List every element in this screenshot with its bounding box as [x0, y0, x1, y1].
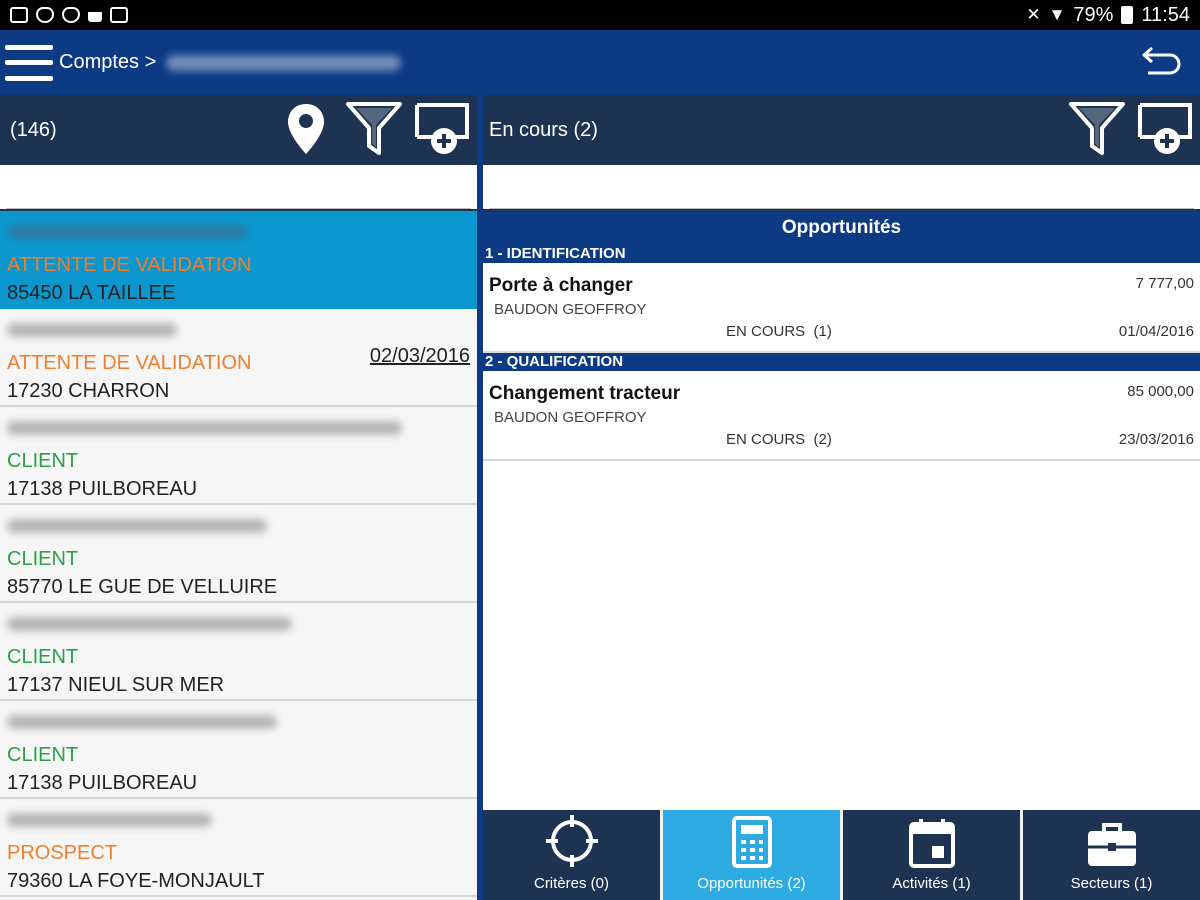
app-root: ✕ ▼ 79% 11:54 Comptes > (146) ATTENTE DE… — [0, 0, 1200, 900]
breadcrumb[interactable]: Comptes > — [59, 51, 156, 74]
briefcase-icon — [1087, 823, 1136, 866]
account-city: 85450 LA TAILLEE — [7, 282, 176, 304]
bottom-tabs: Critères (0) Opportunités (2) Activités … — [483, 810, 1200, 900]
account-city: 85770 LE GUE DE VELLUIRE — [7, 576, 278, 598]
menu-icon[interactable] — [5, 44, 53, 81]
accounts-pane: (146) ATTENTE DE VALIDATION 85450 LA TAI… — [0, 95, 477, 900]
account-row[interactable]: CLIENT 17138 PUILBOREAU — [0, 407, 477, 505]
accounts-search — [0, 165, 477, 211]
account-row[interactable]: PROSPECT 79360 LA FOYE-MONJAULT — [0, 799, 477, 897]
opportunities-count: En cours (2) — [489, 118, 598, 141]
status-bar: ✕ ▼ 79% 11:54 — [0, 0, 1200, 30]
opportunities-header: En cours (2) — [483, 95, 1200, 165]
opportunities-pane: En cours (2) Opportunités 1 - IDENTIFICA… — [483, 95, 1200, 900]
account-city: 17137 NIEUL SUR MER — [7, 674, 225, 696]
opportunity-amount: 85 000,00 — [1127, 383, 1194, 400]
account-name-blurred — [7, 421, 402, 435]
account-status: ATTENTE DE VALIDATION — [7, 254, 252, 276]
tab-activites[interactable]: Activités (1) — [843, 810, 1020, 900]
tab-label: Secteurs (1) — [1070, 875, 1153, 892]
account-city: 17138 PUILBOREAU — [7, 772, 198, 794]
add-opportunity-icon[interactable] — [1136, 99, 1194, 159]
section-title: Opportunités — [483, 211, 1200, 245]
account-name-blurred — [7, 715, 277, 729]
shield-notification-icon — [36, 7, 54, 23]
account-row[interactable]: CLIENT 85770 LE GUE DE VELLUIRE — [0, 505, 477, 603]
account-city: 17230 CHARRON — [7, 380, 170, 402]
opportunity-owner: BAUDON GEOFFROY — [494, 409, 647, 426]
opportunity-date: 23/03/2016 — [1118, 431, 1194, 448]
opportunity-owner: BAUDON GEOFFROY — [494, 301, 647, 318]
filter-icon[interactable] — [1068, 99, 1126, 159]
mute-icon: ✕ — [1026, 5, 1041, 24]
accounts-search-input[interactable] — [6, 177, 471, 209]
accounts-header: (146) — [0, 95, 477, 165]
stage-header: 1 - IDENTIFICATION — [483, 245, 1200, 263]
opportunity-row[interactable]: Porte à changer 7 777,00 BAUDON GEOFFROY… — [483, 263, 1200, 353]
photo-notification-icon — [110, 7, 128, 23]
stage-header: 2 - QUALIFICATION — [483, 353, 1200, 371]
crosshair-icon — [545, 815, 598, 867]
opportunity-date: 01/04/2016 — [1118, 323, 1194, 340]
battery-percent: 79% — [1073, 3, 1114, 26]
account-name-blurred — [7, 519, 267, 533]
account-row[interactable]: ATTENTE DE VALIDATION 17230 CHARRON 02/0… — [0, 309, 477, 407]
opportunities-search-input[interactable] — [489, 177, 1194, 209]
account-status: PROSPECT — [7, 842, 118, 864]
signal-bars-icon — [88, 8, 102, 22]
notification-icons — [10, 7, 128, 23]
opportunity-row[interactable]: Changement tracteur 85 000,00 BAUDON GEO… — [483, 371, 1200, 461]
account-row[interactable]: ATTENTE DE VALIDATION 85450 LA TAILLEE — [0, 211, 477, 309]
account-status: CLIENT — [7, 548, 79, 570]
tab-label: Opportunités (2) — [697, 875, 806, 892]
account-status: CLIENT — [7, 646, 79, 668]
account-name-blurred — [7, 813, 212, 827]
calculator-icon — [731, 816, 772, 868]
account-city: 79360 LA FOYE-MONJAULT — [7, 870, 265, 892]
account-row[interactable]: CLIENT 17137 NIEUL SUR MER — [0, 603, 477, 701]
filter-icon[interactable] — [345, 99, 403, 159]
breadcrumb-account-blurred — [166, 54, 402, 71]
calendar-icon — [908, 819, 955, 868]
tab-opportunites[interactable]: Opportunités (2) — [663, 810, 840, 900]
map-pin-icon[interactable] — [277, 99, 335, 159]
battery-icon — [1121, 6, 1134, 24]
accounts-count: (146) — [10, 118, 57, 141]
tab-label: Activités (1) — [892, 875, 971, 892]
opportunities-search — [483, 165, 1200, 211]
clock: 11:54 — [1141, 3, 1190, 26]
app-bar: Comptes > — [0, 30, 1200, 95]
opportunity-status: EN COURS (2) — [726, 431, 832, 448]
tab-criteres[interactable]: Critères (0) — [483, 810, 660, 900]
opportunity-amount: 7 777,00 — [1135, 275, 1194, 292]
account-name-blurred — [7, 225, 247, 239]
account-name-blurred — [7, 617, 292, 631]
account-name-blurred — [7, 323, 177, 337]
tab-label: Critères (0) — [533, 875, 609, 892]
back-icon[interactable] — [1140, 42, 1184, 82]
opportunity-title: Porte à changer — [489, 275, 633, 296]
account-status: CLIENT — [7, 450, 79, 472]
tab-secteurs[interactable]: Secteurs (1) — [1023, 810, 1200, 900]
image-notification-icon — [10, 7, 28, 23]
add-account-icon[interactable] — [413, 99, 471, 159]
account-date[interactable]: 02/03/2016 — [370, 345, 470, 368]
account-status: CLIENT — [7, 744, 79, 766]
account-city: 17138 PUILBOREAU — [7, 478, 198, 500]
opportunity-title: Changement tracteur — [489, 383, 681, 404]
shield-notification-icon — [62, 7, 80, 23]
account-row[interactable]: CLIENT 17138 PUILBOREAU — [0, 701, 477, 799]
opportunity-status: EN COURS (1) — [726, 323, 832, 340]
wifi-icon: ▼ — [1048, 5, 1066, 24]
